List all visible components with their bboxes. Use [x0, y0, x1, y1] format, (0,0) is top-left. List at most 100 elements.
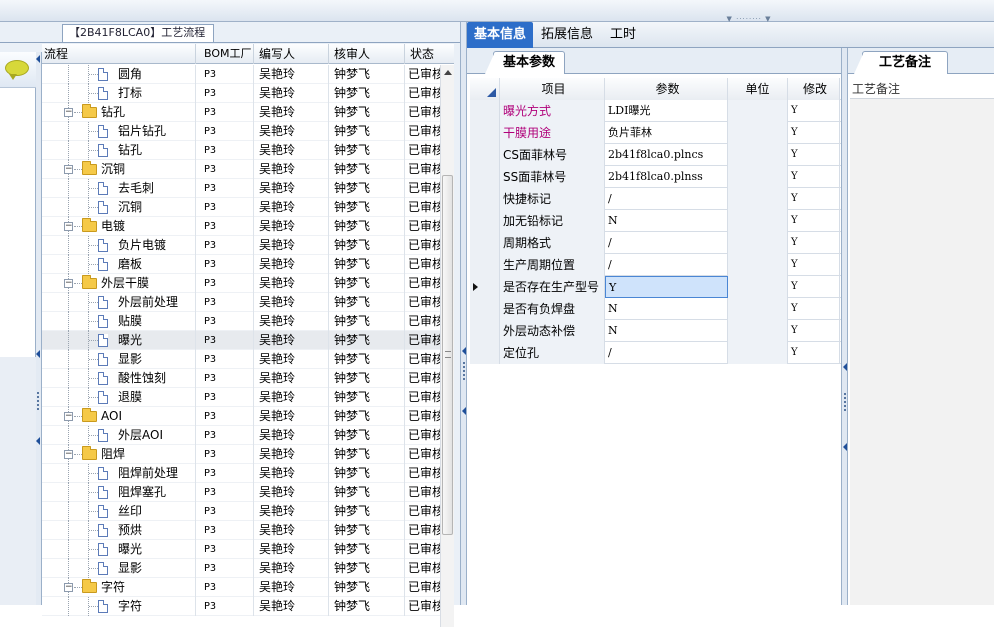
row-selector[interactable]	[470, 298, 500, 320]
param-value-cell[interactable]: LDI曝光	[605, 100, 728, 122]
tree-node[interactable]: 沉铜	[42, 198, 196, 217]
tree-scrollbar[interactable]	[440, 65, 454, 627]
param-unit-cell[interactable]	[728, 232, 788, 254]
param-modified-cell[interactable]: Y	[788, 298, 840, 320]
tab-basic-info[interactable]: 基本信息	[467, 22, 533, 48]
collapse-toggle-icon[interactable]: −	[64, 222, 73, 231]
row-selector[interactable]	[470, 166, 500, 188]
tree-row[interactable]: − 沉铜 P3 吴艳玲 钟梦飞 已审核	[42, 160, 440, 179]
params-row[interactable]: 快捷标记 / Y	[470, 188, 842, 210]
param-unit-cell[interactable]	[728, 122, 788, 144]
column-header-modified[interactable]: 修改	[788, 78, 840, 100]
tree-row[interactable]: 阻焊塞孔 P3 吴艳玲 钟梦飞 已审核	[42, 483, 440, 502]
param-unit-cell[interactable]	[728, 188, 788, 210]
tree-node[interactable]: 显影	[42, 559, 196, 578]
tree-node[interactable]: 外层AOI	[42, 426, 196, 445]
collapse-left-icon[interactable]	[36, 437, 40, 445]
column-header-unit[interactable]: 单位	[728, 78, 788, 100]
param-value-cell[interactable]: N	[605, 320, 728, 342]
tree-node[interactable]: − 阻焊	[42, 445, 196, 464]
tree-row[interactable]: − 外层干膜 P3 吴艳玲 钟梦飞 已审核	[42, 274, 440, 293]
tree-row[interactable]: 去毛刺 P3 吴艳玲 钟梦飞 已审核	[42, 179, 440, 198]
tree-row[interactable]: 曝光 P3 吴艳玲 钟梦飞 已审核	[42, 331, 440, 350]
collapse-toggle-icon[interactable]: −	[64, 583, 73, 592]
param-value-cell[interactable]: /	[605, 254, 728, 276]
params-row[interactable]: 曝光方式 LDI曝光 Y	[470, 100, 842, 122]
params-row[interactable]: 干膜用途 负片菲林 Y	[470, 122, 842, 144]
params-row[interactable]: SS面菲林号 2b41f8lca0.plnss Y	[470, 166, 842, 188]
param-value-cell[interactable]: 2b41f8lca0.plnss	[605, 166, 728, 188]
tree-node[interactable]: 阻焊塞孔	[42, 483, 196, 502]
tree-row[interactable]: 铝片钻孔 P3 吴艳玲 钟梦飞 已审核	[42, 122, 440, 141]
notes-textarea[interactable]	[850, 98, 994, 605]
tree-row[interactable]: 贴膜 P3 吴艳玲 钟梦飞 已审核	[42, 312, 440, 331]
param-unit-cell[interactable]	[728, 166, 788, 188]
tree-node[interactable]: − 外层干膜	[42, 274, 196, 293]
basic-params-title[interactable]: 基本参数	[485, 51, 565, 74]
param-unit-cell[interactable]	[728, 144, 788, 166]
param-modified-cell[interactable]: Y	[788, 144, 840, 166]
tree-row[interactable]: 圆角 P3 吴艳玲 钟梦飞 已审核	[42, 65, 440, 84]
param-value-cell[interactable]: /	[605, 232, 728, 254]
tree-row[interactable]: 丝印 P3 吴艳玲 钟梦飞 已审核	[42, 502, 440, 521]
tree-node[interactable]: − 电镀	[42, 217, 196, 236]
tab-work-hours[interactable]: 工时	[603, 22, 643, 48]
tree-node[interactable]: 显影	[42, 350, 196, 369]
collapse-toggle-icon[interactable]: −	[64, 165, 73, 174]
collapse-left-icon[interactable]	[462, 407, 466, 415]
row-selector[interactable]	[470, 100, 500, 122]
column-header-reviewer[interactable]: 核审人	[329, 44, 405, 64]
tree-node[interactable]: − AOI	[42, 407, 196, 426]
collapse-left-icon[interactable]	[462, 347, 466, 355]
param-modified-cell[interactable]: Y	[788, 276, 840, 298]
collapse-left-icon[interactable]	[36, 55, 40, 63]
param-modified-cell[interactable]: Y	[788, 320, 840, 342]
tree-node[interactable]: 外层前处理	[42, 293, 196, 312]
row-selector[interactable]	[470, 254, 500, 276]
tree-row[interactable]: 沉铜 P3 吴艳玲 钟梦飞 已审核	[42, 198, 440, 217]
tree-node[interactable]: 磨板	[42, 255, 196, 274]
collapse-toggle-icon[interactable]: −	[64, 412, 73, 421]
tree-row[interactable]: 显影 P3 吴艳玲 钟梦飞 已审核	[42, 559, 440, 578]
tree-node[interactable]: 阻焊前处理	[42, 464, 196, 483]
tree-node[interactable]: 贴膜	[42, 312, 196, 331]
tree-node[interactable]: 铝片钻孔	[42, 122, 196, 141]
collapse-left-icon[interactable]	[36, 350, 40, 358]
column-header-item[interactable]: 项目	[500, 78, 605, 100]
param-value-cell[interactable]: 负片菲林	[605, 122, 728, 144]
collapse-left-icon[interactable]	[843, 363, 847, 371]
param-modified-cell[interactable]: Y	[788, 342, 840, 364]
params-row[interactable]: 是否存在生产型号 Y Y	[470, 276, 842, 298]
tree-row[interactable]: 酸性蚀刻 P3 吴艳玲 钟梦飞 已审核	[42, 369, 440, 388]
tree-row[interactable]: 显影 P3 吴艳玲 钟梦飞 已审核	[42, 350, 440, 369]
collapse-toggle-icon[interactable]: −	[64, 279, 73, 288]
tree-row[interactable]: − AOI P3 吴艳玲 钟梦飞 已审核	[42, 407, 440, 426]
row-selector[interactable]	[470, 232, 500, 254]
params-row[interactable]: 外层动态补偿 N Y	[470, 320, 842, 342]
tree-node[interactable]: 去毛刺	[42, 179, 196, 198]
tree-node[interactable]: 退膜	[42, 388, 196, 407]
tree-node[interactable]: 字符	[42, 597, 196, 616]
tree-row[interactable]: 外层前处理 P3 吴艳玲 钟梦飞 已审核	[42, 293, 440, 312]
notes-splitter[interactable]	[841, 48, 848, 605]
tree-row[interactable]: 曝光 P3 吴艳玲 钟梦飞 已审核	[42, 540, 440, 559]
param-value-input[interactable]: Y	[605, 276, 728, 298]
tree-row[interactable]: − 阻焊 P3 吴艳玲 钟梦飞 已审核	[42, 445, 440, 464]
params-row[interactable]: 生产周期位置 / Y	[470, 254, 842, 276]
tree-row[interactable]: 预烘 P3 吴艳玲 钟梦飞 已审核	[42, 521, 440, 540]
param-value-cell[interactable]: N	[605, 210, 728, 232]
tree-row[interactable]: 阻焊前处理 P3 吴艳玲 钟梦飞 已审核	[42, 464, 440, 483]
main-splitter[interactable]	[460, 22, 467, 605]
column-header-flow[interactable]: 流程	[42, 44, 196, 64]
param-modified-cell[interactable]: Y	[788, 166, 840, 188]
tree-row[interactable]: 外层AOI P3 吴艳玲 钟梦飞 已审核	[42, 426, 440, 445]
params-row[interactable]: 定位孔 / Y	[470, 342, 842, 364]
param-value-cell[interactable]: N	[605, 298, 728, 320]
param-modified-cell[interactable]: Y	[788, 100, 840, 122]
tree-row[interactable]: − 电镀 P3 吴艳玲 钟梦飞 已审核	[42, 217, 440, 236]
row-selector[interactable]	[470, 210, 500, 232]
tree-row[interactable]: 退膜 P3 吴艳玲 钟梦飞 已审核	[42, 388, 440, 407]
row-selector[interactable]	[470, 276, 500, 298]
param-modified-cell[interactable]: Y	[788, 254, 840, 276]
param-unit-cell[interactable]	[728, 276, 788, 298]
